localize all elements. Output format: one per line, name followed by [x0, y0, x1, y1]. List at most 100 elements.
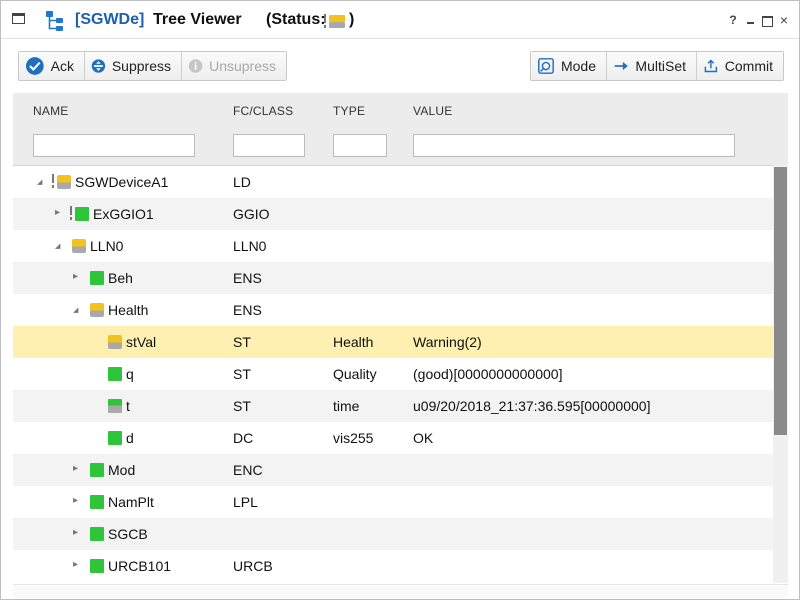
multiset-button[interactable]: MultiSet [607, 52, 697, 80]
cell-name: SGCB [108, 526, 148, 542]
cell-name: Health [108, 302, 149, 318]
status-green-icon [108, 431, 122, 445]
grid-header: NAME FC/CLASS TYPE VALUE [13, 93, 788, 165]
tree-row[interactable]: q ST Quality (good)[0000000000000] [13, 358, 773, 390]
status-green-icon [90, 463, 104, 477]
title-bar: [SGWDe] Tree Viewer (Status: ) ? × [1, 1, 799, 39]
tree-row[interactable]: t ST time u09/20/2018_21:37:36.595[00000000… [13, 390, 773, 422]
status-green-icon [108, 367, 122, 381]
multiset-label: MultiSet [635, 58, 686, 74]
tree-row[interactable]: ▸ URCB101 URCB [13, 550, 773, 582]
tree-row[interactable]: ▸ Beh ENS [13, 262, 773, 294]
cell-fc-class: GGIO [233, 206, 270, 222]
vertical-scrollbar[interactable] [773, 165, 788, 583]
ack-button[interactable]: Ack [19, 52, 85, 80]
collapse-icon[interactable]: ◢ [55, 240, 65, 254]
column-header-name[interactable]: NAME [33, 104, 68, 118]
tree-row[interactable]: ▸ Mod ENC [13, 454, 773, 486]
cell-type: vis255 [333, 430, 374, 446]
arrow-right-icon [614, 61, 628, 71]
status-yellow-icon [108, 335, 122, 349]
unsuppress-label: Unsupress [209, 58, 276, 74]
suppress-label: Suppress [111, 58, 171, 74]
tree-row[interactable]: d DC vis255 OK [13, 422, 773, 454]
commit-button[interactable]: Commit [697, 52, 783, 80]
cell-type: Health [333, 334, 374, 350]
cell-fc-class: ST [233, 334, 251, 350]
status-yellow-icon [57, 175, 71, 189]
tree-row[interactable]: ◢ Health ENS [13, 294, 773, 326]
cell-fc-class: URCB [233, 558, 273, 574]
cell-name: Beh [108, 270, 133, 286]
maximize-button[interactable] [760, 13, 774, 27]
cell-fc-class: ENC [233, 462, 263, 478]
expand-icon[interactable]: ▸ [73, 494, 83, 508]
horizontal-scrollbar[interactable] [13, 584, 788, 598]
tree-grid: ◢ SGWDeviceA1 LD ▸ ExGGIO1 GGIO ◢ LLN0 LLN0 ▸ Beh E… [13, 165, 773, 583]
filter-name-input[interactable] [33, 134, 195, 157]
cell-fc-class: ENS [233, 270, 262, 286]
suppress-icon [91, 59, 106, 73]
suppress-button[interactable]: Suppress [85, 52, 182, 80]
close-button[interactable]: × [777, 13, 791, 27]
cell-name: Mod [108, 462, 136, 478]
cell-fc-class: ST [233, 398, 251, 414]
status-grayg-icon [108, 399, 122, 413]
expand-icon[interactable]: ▸ [55, 206, 65, 220]
cell-value: Warning(2) [413, 334, 482, 350]
status-green-icon [90, 527, 104, 541]
commit-label: Commit [724, 58, 773, 74]
status-label: (Status: [266, 11, 326, 28]
cell-name: stVal [126, 334, 157, 350]
cell-fc-class: ST [233, 366, 251, 382]
expand-icon[interactable]: ▸ [73, 526, 83, 540]
tree-row[interactable]: ◢ LLN0 LLN0 [13, 230, 773, 262]
tree-row[interactable]: ▸ SGCB [13, 518, 773, 550]
status-close-paren: ) [349, 11, 355, 28]
tree-row[interactable]: ▸ ExGGIO1 GGIO [13, 198, 773, 230]
status-warning-icon [324, 14, 345, 28]
vertical-scroll-thumb[interactable] [774, 167, 787, 435]
mode-button[interactable]: Mode [531, 52, 607, 80]
column-header-value[interactable]: VALUE [413, 104, 452, 118]
cell-name: ExGGIO1 [93, 206, 154, 222]
expand-icon[interactable]: ▸ [73, 270, 83, 284]
help-button[interactable]: ? [726, 13, 740, 27]
alarm-toolbar: Ack Suppress Unsupress [18, 51, 287, 81]
cell-name: SGWDeviceA1 [75, 174, 169, 190]
status-yellow-icon [90, 303, 104, 317]
edit-toolbar: Mode MultiSet Commit [530, 51, 784, 81]
expand-icon[interactable]: ▸ [73, 558, 83, 572]
cell-value: (good)[0000000000000] [413, 366, 563, 382]
cell-name: URCB101 [108, 558, 172, 574]
cell-value: u09/20/2018_21:37:36.595[00000000] [413, 398, 651, 414]
mode-label: Mode [560, 58, 596, 74]
window-menu-icon[interactable] [12, 13, 25, 24]
collapse-icon[interactable]: ◢ [73, 304, 83, 318]
status-green-icon [90, 271, 104, 285]
tree-row[interactable]: stVal ST Health Warning(2) [13, 326, 773, 358]
filter-fc-class-input[interactable] [233, 134, 305, 157]
mode-icon [538, 58, 554, 74]
window-title: Tree Viewer [153, 11, 242, 28]
cell-fc-class: LPL [233, 494, 258, 510]
tree-row[interactable]: ▸ NamPlt LPL [13, 486, 773, 518]
column-header-type[interactable]: TYPE [333, 104, 365, 118]
cell-name: NamPlt [108, 494, 154, 510]
filter-type-input[interactable] [333, 134, 387, 157]
filter-value-input[interactable] [413, 134, 735, 157]
minimize-button[interactable] [744, 13, 758, 27]
cell-value: OK [413, 430, 434, 446]
tree-app-icon [46, 11, 63, 31]
unsuppress-button[interactable]: Unsupress [182, 52, 286, 80]
status-yellow-icon [72, 239, 86, 253]
window-title-tag: [SGWDe] [75, 11, 145, 28]
status-green-icon [90, 495, 104, 509]
collapse-icon[interactable]: ◢ [37, 176, 47, 190]
tree-row[interactable]: ◢ SGWDeviceA1 LD [13, 166, 773, 198]
cell-name: d [126, 430, 134, 446]
expand-icon[interactable]: ▸ [73, 462, 83, 476]
alert-icon [69, 206, 73, 222]
column-header-fc-class[interactable]: FC/CLASS [233, 104, 293, 118]
cell-name: t [126, 398, 130, 414]
